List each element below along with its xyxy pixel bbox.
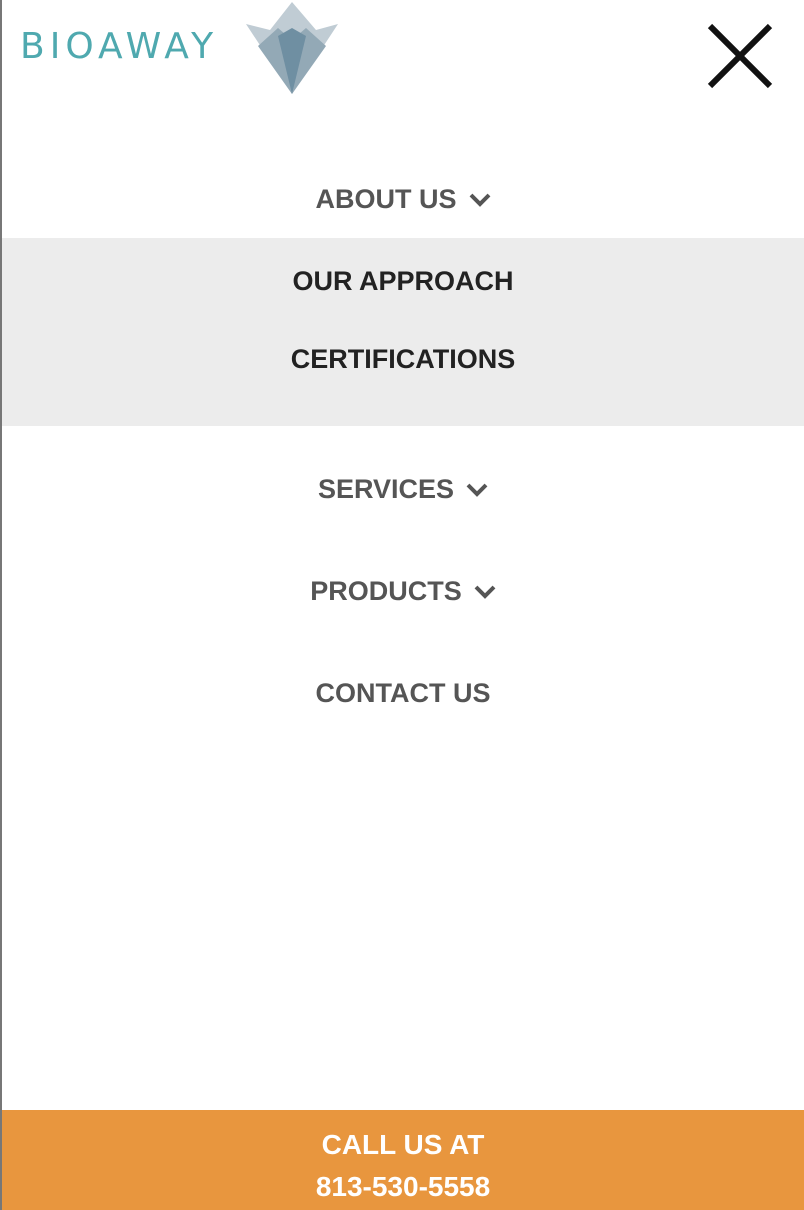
close-icon[interactable] [706,22,774,90]
about-submenu: OUR APPROACH CERTIFICATIONS [2,238,804,426]
logo[interactable]: BIOAWAY [20,0,350,96]
chevron-down-icon [474,585,496,599]
submenu-item-certifications[interactable]: CERTIFICATIONS [2,344,804,375]
nav-label: SERVICES [317,474,455,504]
chevron-down-icon [469,193,490,207]
logo-text: BIOAWAY [20,26,219,67]
nav-label: ABOUT US [315,184,457,214]
cta-phone: 813-530-5558 [315,1171,491,1202]
nav-services[interactable]: SERVICES [2,474,804,505]
nav-label: PRODUCTS [310,576,462,606]
nav-contact-us[interactable]: CONTACT US [2,678,804,709]
nav-about-us[interactable]: ABOUT US [2,184,804,215]
submenu-item-our-approach[interactable]: OUR APPROACH [2,266,804,297]
chevron-down-icon [466,483,488,497]
logo-lotus-icon [246,2,338,94]
nav-label: CONTACT US [315,678,491,708]
call-us-button[interactable]: CALL US AT 813-530-5558 [2,1110,804,1210]
cta-label: CALL US AT [321,1129,485,1160]
nav-products[interactable]: PRODUCTS [2,576,804,607]
